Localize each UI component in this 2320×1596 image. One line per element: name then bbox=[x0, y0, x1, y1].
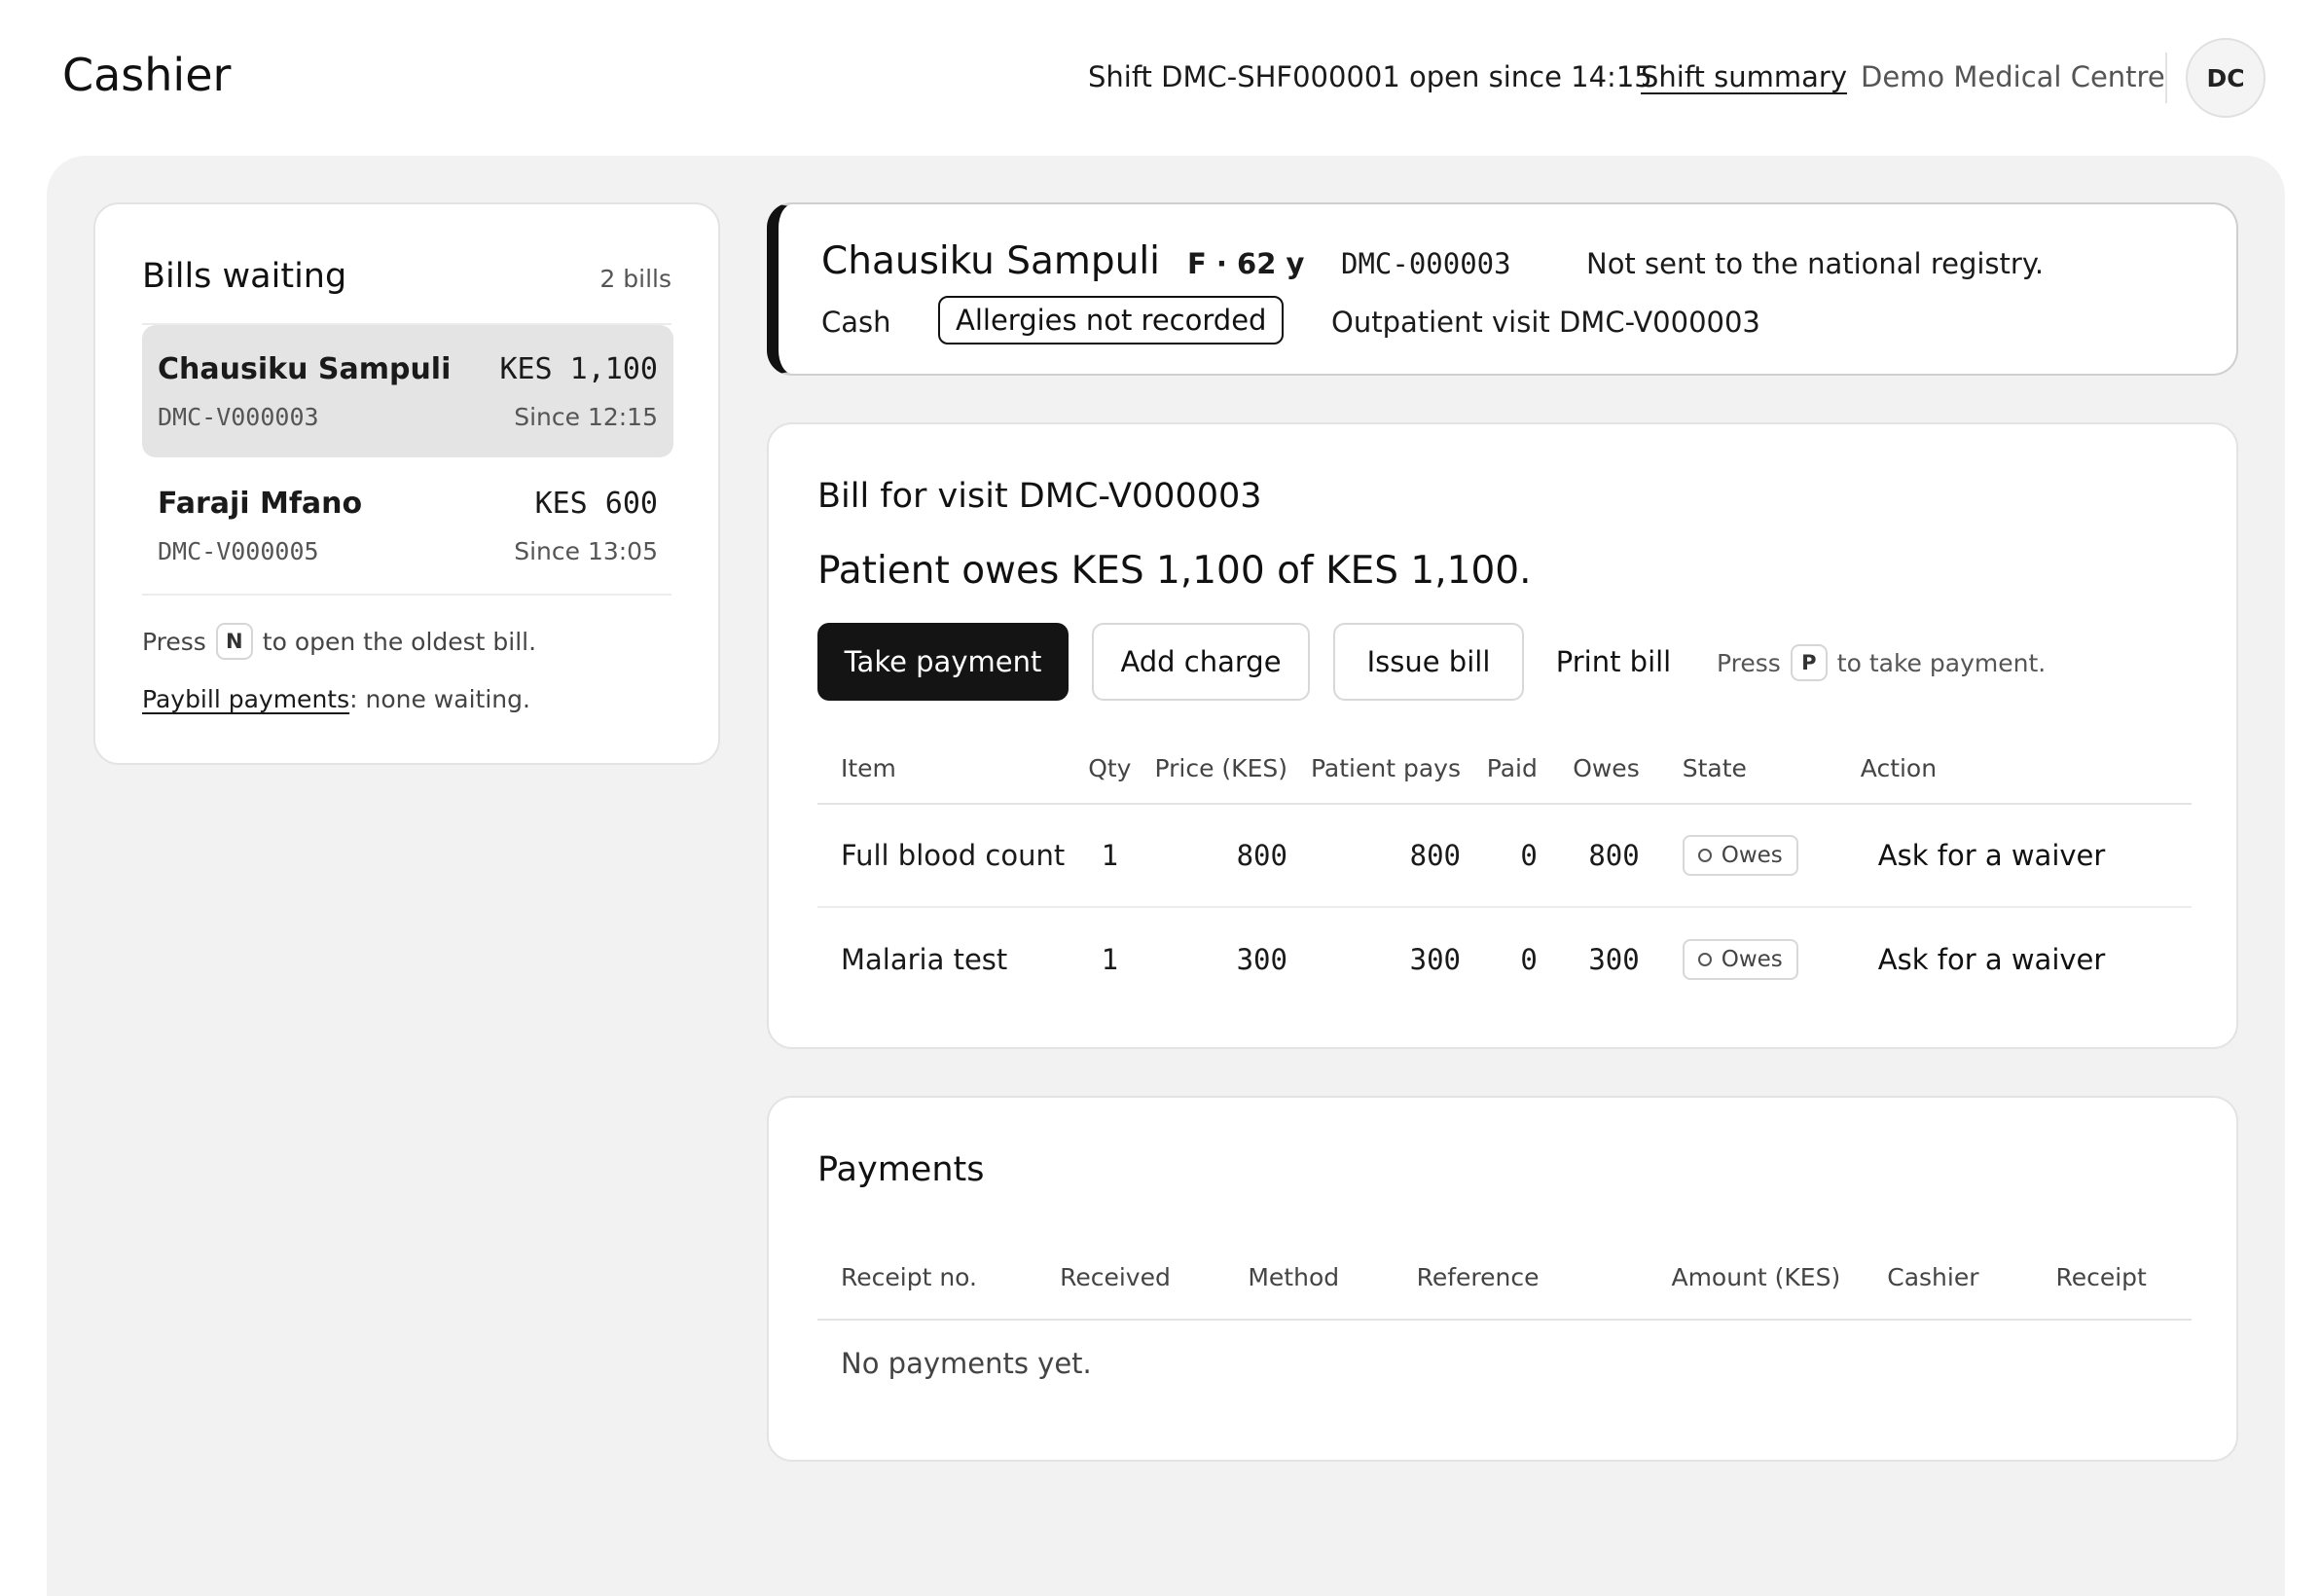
item-paid: 0 bbox=[1520, 942, 1538, 976]
add-charge-button[interactable]: Add charge bbox=[1092, 623, 1310, 701]
bill-visit-id: DMC-V000003 bbox=[158, 403, 319, 431]
circle-icon bbox=[1697, 952, 1712, 966]
bill-details-card: Bill for visit DMC-V000003 Patient owes … bbox=[767, 422, 2238, 1049]
bill-visit-id: DMC-V000005 bbox=[158, 537, 319, 565]
column-header-price: Price (KES) bbox=[1142, 734, 1299, 805]
column-header-receipt-no: Receipt no. bbox=[817, 1236, 1037, 1321]
user-avatar[interactable]: DC bbox=[2186, 38, 2266, 118]
hint-press-text: Press bbox=[1717, 648, 1781, 677]
column-header-receipt: Receipt bbox=[2032, 1236, 2192, 1321]
patient-name: Chausiku Sampuli bbox=[821, 239, 1161, 283]
issue-bill-button[interactable]: Issue bill bbox=[1333, 623, 1524, 701]
payments-table: Receipt no. Received Method Reference Am… bbox=[817, 1236, 2192, 1321]
bill-patient-name: Chausiku Sampuli bbox=[158, 352, 452, 386]
patient-header-card: Chausiku Sampuli F · 62 y DMC-000003 Not… bbox=[767, 202, 2238, 376]
status-badge-label: Owes bbox=[1721, 843, 1783, 868]
payments-empty-state: No payments yet. bbox=[841, 1347, 1092, 1380]
open-oldest-hint: Press N to open the oldest bill. bbox=[142, 623, 536, 660]
shift-status: Shift DMC-SHF000001 open since 14:15 bbox=[1088, 60, 1652, 93]
item-action: Ask for a waiver bbox=[1810, 907, 2192, 1010]
item-owes: 300 bbox=[1588, 942, 1640, 976]
divider bbox=[142, 594, 671, 596]
ask-waiver-button[interactable]: Ask for a waiver bbox=[1878, 839, 2106, 872]
print-bill-button[interactable]: Print bill bbox=[1547, 623, 1680, 701]
table-row: Full blood count 1 800 800 0 800 Owes As… bbox=[817, 804, 2192, 908]
bill-owes-summary: Patient owes KES 1,100 of KES 1,100. bbox=[817, 549, 1532, 593]
bill-since: Since 13:05 bbox=[514, 537, 658, 565]
item-qty: 1 bbox=[1101, 942, 1119, 976]
shift-summary-link[interactable]: Shift summary bbox=[1641, 60, 1847, 93]
bill-amount: KES 1,100 bbox=[499, 352, 658, 386]
column-header-received: Received bbox=[1036, 1236, 1225, 1321]
column-header-cashier: Cashier bbox=[1864, 1236, 2033, 1321]
column-header-action: Action bbox=[1809, 734, 2192, 805]
item-state: Owes bbox=[1651, 907, 1810, 1010]
hint-rest-text: to open the oldest bill. bbox=[262, 627, 537, 656]
paybill-payments-link[interactable]: Paybill payments bbox=[142, 685, 349, 713]
column-header-state: State bbox=[1650, 734, 1810, 805]
paybill-status: Paybill payments : none waiting. bbox=[142, 685, 530, 713]
column-header-owes: Owes bbox=[1548, 734, 1651, 805]
bills-count: 2 bills bbox=[599, 265, 671, 293]
payments-heading: Payments bbox=[817, 1150, 985, 1189]
visit-label: Outpatient visit DMC-V000003 bbox=[1331, 306, 1760, 339]
bill-title: Bill for visit DMC-V000003 bbox=[817, 477, 1262, 516]
status-badge-label: Owes bbox=[1721, 946, 1783, 972]
bill-items-table: Item Qty Price (KES) Patient pays Paid O… bbox=[817, 734, 2192, 1010]
item-price: 300 bbox=[1236, 942, 1287, 976]
status-badge: Owes bbox=[1682, 835, 1798, 876]
paybill-status-text: : none waiting. bbox=[349, 685, 530, 713]
patient-sex-age: F · 62 y bbox=[1187, 247, 1305, 280]
item-owes: 800 bbox=[1548, 804, 1651, 908]
column-header-item: Item bbox=[817, 734, 1077, 805]
column-header-amount: Amount (KES) bbox=[1648, 1236, 1865, 1321]
take-payment-button[interactable]: Take payment bbox=[817, 623, 1069, 701]
bill-patient-name: Faraji Mfano bbox=[158, 487, 363, 521]
top-bar: Cashier Shift DMC-SHF000001 open since 1… bbox=[0, 0, 2320, 156]
table-header-row: Receipt no. Received Method Reference Am… bbox=[817, 1236, 2192, 1321]
item-name: Malaria test bbox=[841, 942, 1008, 976]
keyboard-shortcut-n: N bbox=[215, 623, 253, 660]
circle-icon bbox=[1697, 849, 1712, 862]
page-title: Cashier bbox=[62, 49, 232, 101]
column-header-reference: Reference bbox=[1393, 1236, 1649, 1321]
table-header-row: Item Qty Price (KES) Patient pays Paid O… bbox=[817, 734, 2192, 805]
patient-id: DMC-000003 bbox=[1341, 247, 1511, 280]
payer-type: Cash bbox=[821, 306, 891, 339]
bills-waiting-heading: Bills waiting bbox=[142, 257, 347, 296]
registry-status: Not sent to the national registry. bbox=[1586, 247, 2045, 280]
take-payment-hint: Press P to take payment. bbox=[1717, 644, 2046, 681]
item-action: Ask for a waiver bbox=[1809, 804, 2192, 908]
allergy-status-badge: Allergies not recorded bbox=[938, 296, 1285, 345]
hint-rest-text: to take payment. bbox=[1836, 648, 2047, 677]
bills-waiting-panel: Bills waiting 2 bills Chausiku Sampuli K… bbox=[93, 202, 720, 765]
table-row: Malaria test 1 300 300 0 300 Owes Ask fo… bbox=[817, 907, 2192, 1010]
item-patient-pays: 800 bbox=[1298, 804, 1472, 908]
header-divider bbox=[2165, 53, 2167, 103]
bill-list-item[interactable]: Chausiku Sampuli KES 1,100 DMC-V000003 S… bbox=[142, 325, 673, 457]
column-header-patient-pays: Patient pays bbox=[1298, 734, 1472, 805]
item-patient-pays: 300 bbox=[1409, 942, 1461, 976]
bill-list-item[interactable]: Faraji Mfano KES 600 DMC-V000005 Since 1… bbox=[142, 459, 673, 592]
hint-press-text: Press bbox=[142, 627, 206, 656]
keyboard-shortcut-p: P bbox=[1790, 644, 1828, 681]
status-badge: Owes bbox=[1682, 938, 1798, 980]
item-qty: 1 bbox=[1076, 804, 1143, 908]
column-header-method: Method bbox=[1224, 1236, 1394, 1321]
bill-since: Since 12:15 bbox=[514, 403, 658, 431]
facility-name: Demo Medical Centre bbox=[1861, 60, 2165, 93]
bill-amount: KES 600 bbox=[534, 487, 658, 521]
column-header-qty: Qty bbox=[1076, 734, 1143, 805]
item-state: Owes bbox=[1650, 804, 1810, 908]
payments-card: Payments Receipt no. Received Method Ref… bbox=[767, 1096, 2238, 1462]
column-header-paid: Paid bbox=[1472, 734, 1549, 805]
item-price: 800 bbox=[1142, 804, 1299, 908]
item-paid: 0 bbox=[1472, 804, 1549, 908]
item-name: Full blood count bbox=[817, 804, 1077, 908]
ask-waiver-button[interactable]: Ask for a waiver bbox=[1878, 943, 2106, 976]
